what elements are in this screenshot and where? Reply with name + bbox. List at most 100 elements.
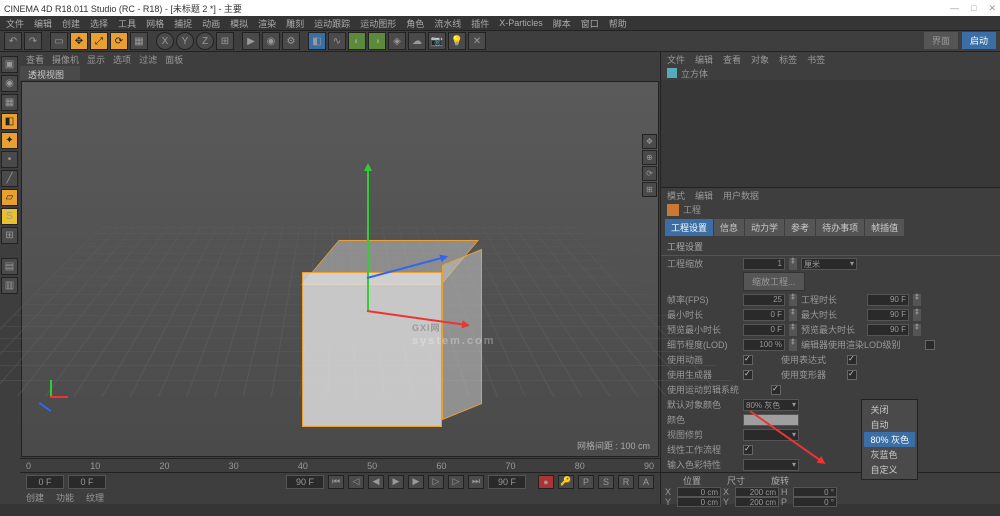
- gen-checkbox[interactable]: [743, 370, 753, 380]
- close-icon[interactable]: ✕: [988, 3, 996, 14]
- size-y-field[interactable]: 200 cm: [735, 497, 779, 507]
- environment-icon[interactable]: ☁: [408, 32, 426, 50]
- scale-project-button[interactable]: 缩放工程...: [743, 272, 805, 291]
- play-icon[interactable]: ▶: [408, 475, 424, 489]
- model-mode-icon[interactable]: ◉: [1, 75, 18, 92]
- tab-ref[interactable]: 参考: [785, 219, 815, 236]
- maximize-icon[interactable]: □: [971, 3, 976, 14]
- spline-icon[interactable]: ∿: [328, 32, 346, 50]
- goto-end-icon[interactable]: ⏭: [468, 475, 484, 489]
- vp-options[interactable]: 选项: [113, 53, 131, 66]
- prev-frame-icon[interactable]: ◀: [368, 475, 384, 489]
- nav-layout-icon[interactable]: ⊞: [642, 182, 657, 197]
- next-key-icon[interactable]: ▷: [448, 475, 464, 489]
- menu-select[interactable]: 选择: [90, 17, 108, 30]
- am-mode[interactable]: 模式: [667, 189, 685, 202]
- move-icon[interactable]: ✥: [70, 32, 88, 50]
- menu-char[interactable]: 角色: [406, 17, 424, 30]
- scale-field[interactable]: 1: [743, 258, 785, 270]
- tab-project[interactable]: 工程设置: [665, 219, 713, 236]
- goto-start-icon[interactable]: ⏮: [328, 475, 344, 489]
- viewport-3d[interactable]: GXI网system.com 网格间距 : 100 cm ✥ ⊕ ⟳ ⊞: [21, 81, 659, 457]
- cube-icon[interactable]: ◧: [308, 32, 326, 50]
- menu-file[interactable]: 文件: [6, 17, 24, 30]
- tab-info[interactable]: 信息: [714, 219, 744, 236]
- popup-option-custom[interactable]: 自定义: [864, 462, 915, 477]
- snap-icon[interactable]: S: [1, 208, 18, 225]
- key-rot-icon[interactable]: R: [618, 475, 634, 489]
- axis-x-icon[interactable]: X: [156, 32, 174, 50]
- object-mode-icon[interactable]: ◧: [1, 113, 18, 130]
- menu-window[interactable]: 窗口: [581, 17, 599, 30]
- pos-y-field[interactable]: 0 cm: [677, 497, 721, 507]
- generator-icon[interactable]: ◑: [368, 32, 386, 50]
- vp-view[interactable]: 查看: [26, 53, 44, 66]
- menu-tools[interactable]: 工具: [118, 17, 136, 30]
- menu-plugins[interactable]: 插件: [471, 17, 489, 30]
- vp-filter[interactable]: 过滤: [139, 53, 157, 66]
- workplane-icon[interactable]: ⊞: [1, 227, 18, 244]
- btab-create[interactable]: 创建: [26, 491, 44, 504]
- menu-pipeline[interactable]: 流水线: [434, 17, 461, 30]
- size-x-field[interactable]: 200 cm: [735, 487, 779, 497]
- om-file[interactable]: 文件: [667, 53, 685, 66]
- menu-sim[interactable]: 模拟: [230, 17, 248, 30]
- menu-mograph[interactable]: 运动图形: [360, 17, 396, 30]
- maxtime-field[interactable]: 90 F: [867, 309, 909, 321]
- om-obj[interactable]: 对象: [751, 53, 769, 66]
- extra1-icon[interactable]: ▤: [1, 258, 18, 275]
- popup-option-grayblue[interactable]: 灰蓝色: [864, 447, 915, 462]
- edge-mode-icon[interactable]: ╱: [1, 170, 18, 187]
- redo-icon[interactable]: ↷: [24, 32, 42, 50]
- layout-tab[interactable]: 界面: [924, 32, 958, 49]
- lod-checkbox[interactable]: [925, 340, 935, 350]
- menu-snap[interactable]: 捕捉: [174, 17, 192, 30]
- om-edit[interactable]: 编辑: [695, 53, 713, 66]
- undo-icon[interactable]: ↶: [4, 32, 22, 50]
- key-scale-icon[interactable]: S: [598, 475, 614, 489]
- nurbs-icon[interactable]: ◐: [348, 32, 366, 50]
- om-bookmark[interactable]: 书签: [807, 53, 825, 66]
- render-icon[interactable]: ▶: [242, 32, 260, 50]
- popup-option-off[interactable]: 关闭: [864, 402, 915, 417]
- autokey-icon[interactable]: 🔑: [558, 475, 574, 489]
- prevmin-field[interactable]: 0 F: [743, 324, 785, 336]
- time-end-field[interactable]: 90 F: [286, 475, 324, 489]
- scale-icon[interactable]: ⤢: [90, 32, 108, 50]
- deform-checkbox[interactable]: [847, 370, 857, 380]
- tab-todo[interactable]: 待办事项: [816, 219, 864, 236]
- linear-checkbox[interactable]: [743, 445, 753, 455]
- om-view[interactable]: 查看: [723, 53, 741, 66]
- vp-panel[interactable]: 面板: [165, 53, 183, 66]
- mintime-field[interactable]: 0 F: [743, 309, 785, 321]
- menu-anim[interactable]: 动画: [202, 17, 220, 30]
- next-frame-icon[interactable]: ▷: [428, 475, 444, 489]
- camera-icon[interactable]: 📷: [428, 32, 446, 50]
- defcolor-dropdown[interactable]: 80% 灰色: [743, 399, 799, 411]
- menu-xp[interactable]: X-Particles: [499, 18, 543, 28]
- poly-mode-icon[interactable]: ▱: [1, 189, 18, 206]
- make-editable-icon[interactable]: ▣: [1, 56, 18, 73]
- rotate-icon[interactable]: ⟳: [110, 32, 128, 50]
- fps-field[interactable]: 25: [743, 294, 785, 306]
- input-dropdown[interactable]: [743, 459, 799, 471]
- duration-field[interactable]: 90 F: [867, 294, 909, 306]
- key-param-icon[interactable]: A: [638, 475, 654, 489]
- key-pos-icon[interactable]: P: [578, 475, 594, 489]
- startup-tab[interactable]: 启动: [962, 32, 996, 49]
- menu-script[interactable]: 脚本: [553, 17, 571, 30]
- deformer-icon[interactable]: ◈: [388, 32, 406, 50]
- rot-p-field[interactable]: 0 °: [793, 497, 837, 507]
- render-settings-icon[interactable]: ⚙: [282, 32, 300, 50]
- xp-icon[interactable]: ✕: [468, 32, 486, 50]
- object-row-cube[interactable]: 立方体: [661, 66, 1000, 80]
- menu-sculpt[interactable]: 雕刻: [286, 17, 304, 30]
- axis-z-icon[interactable]: Z: [196, 32, 214, 50]
- am-edit[interactable]: 编辑: [695, 189, 713, 202]
- time-current-field[interactable]: 0 F: [68, 475, 106, 489]
- object-name[interactable]: 立方体: [681, 67, 708, 80]
- om-tags[interactable]: 标签: [779, 53, 797, 66]
- nav-pan-icon[interactable]: ✥: [642, 134, 657, 149]
- menu-help[interactable]: 帮助: [609, 17, 627, 30]
- select-icon[interactable]: ▭: [50, 32, 68, 50]
